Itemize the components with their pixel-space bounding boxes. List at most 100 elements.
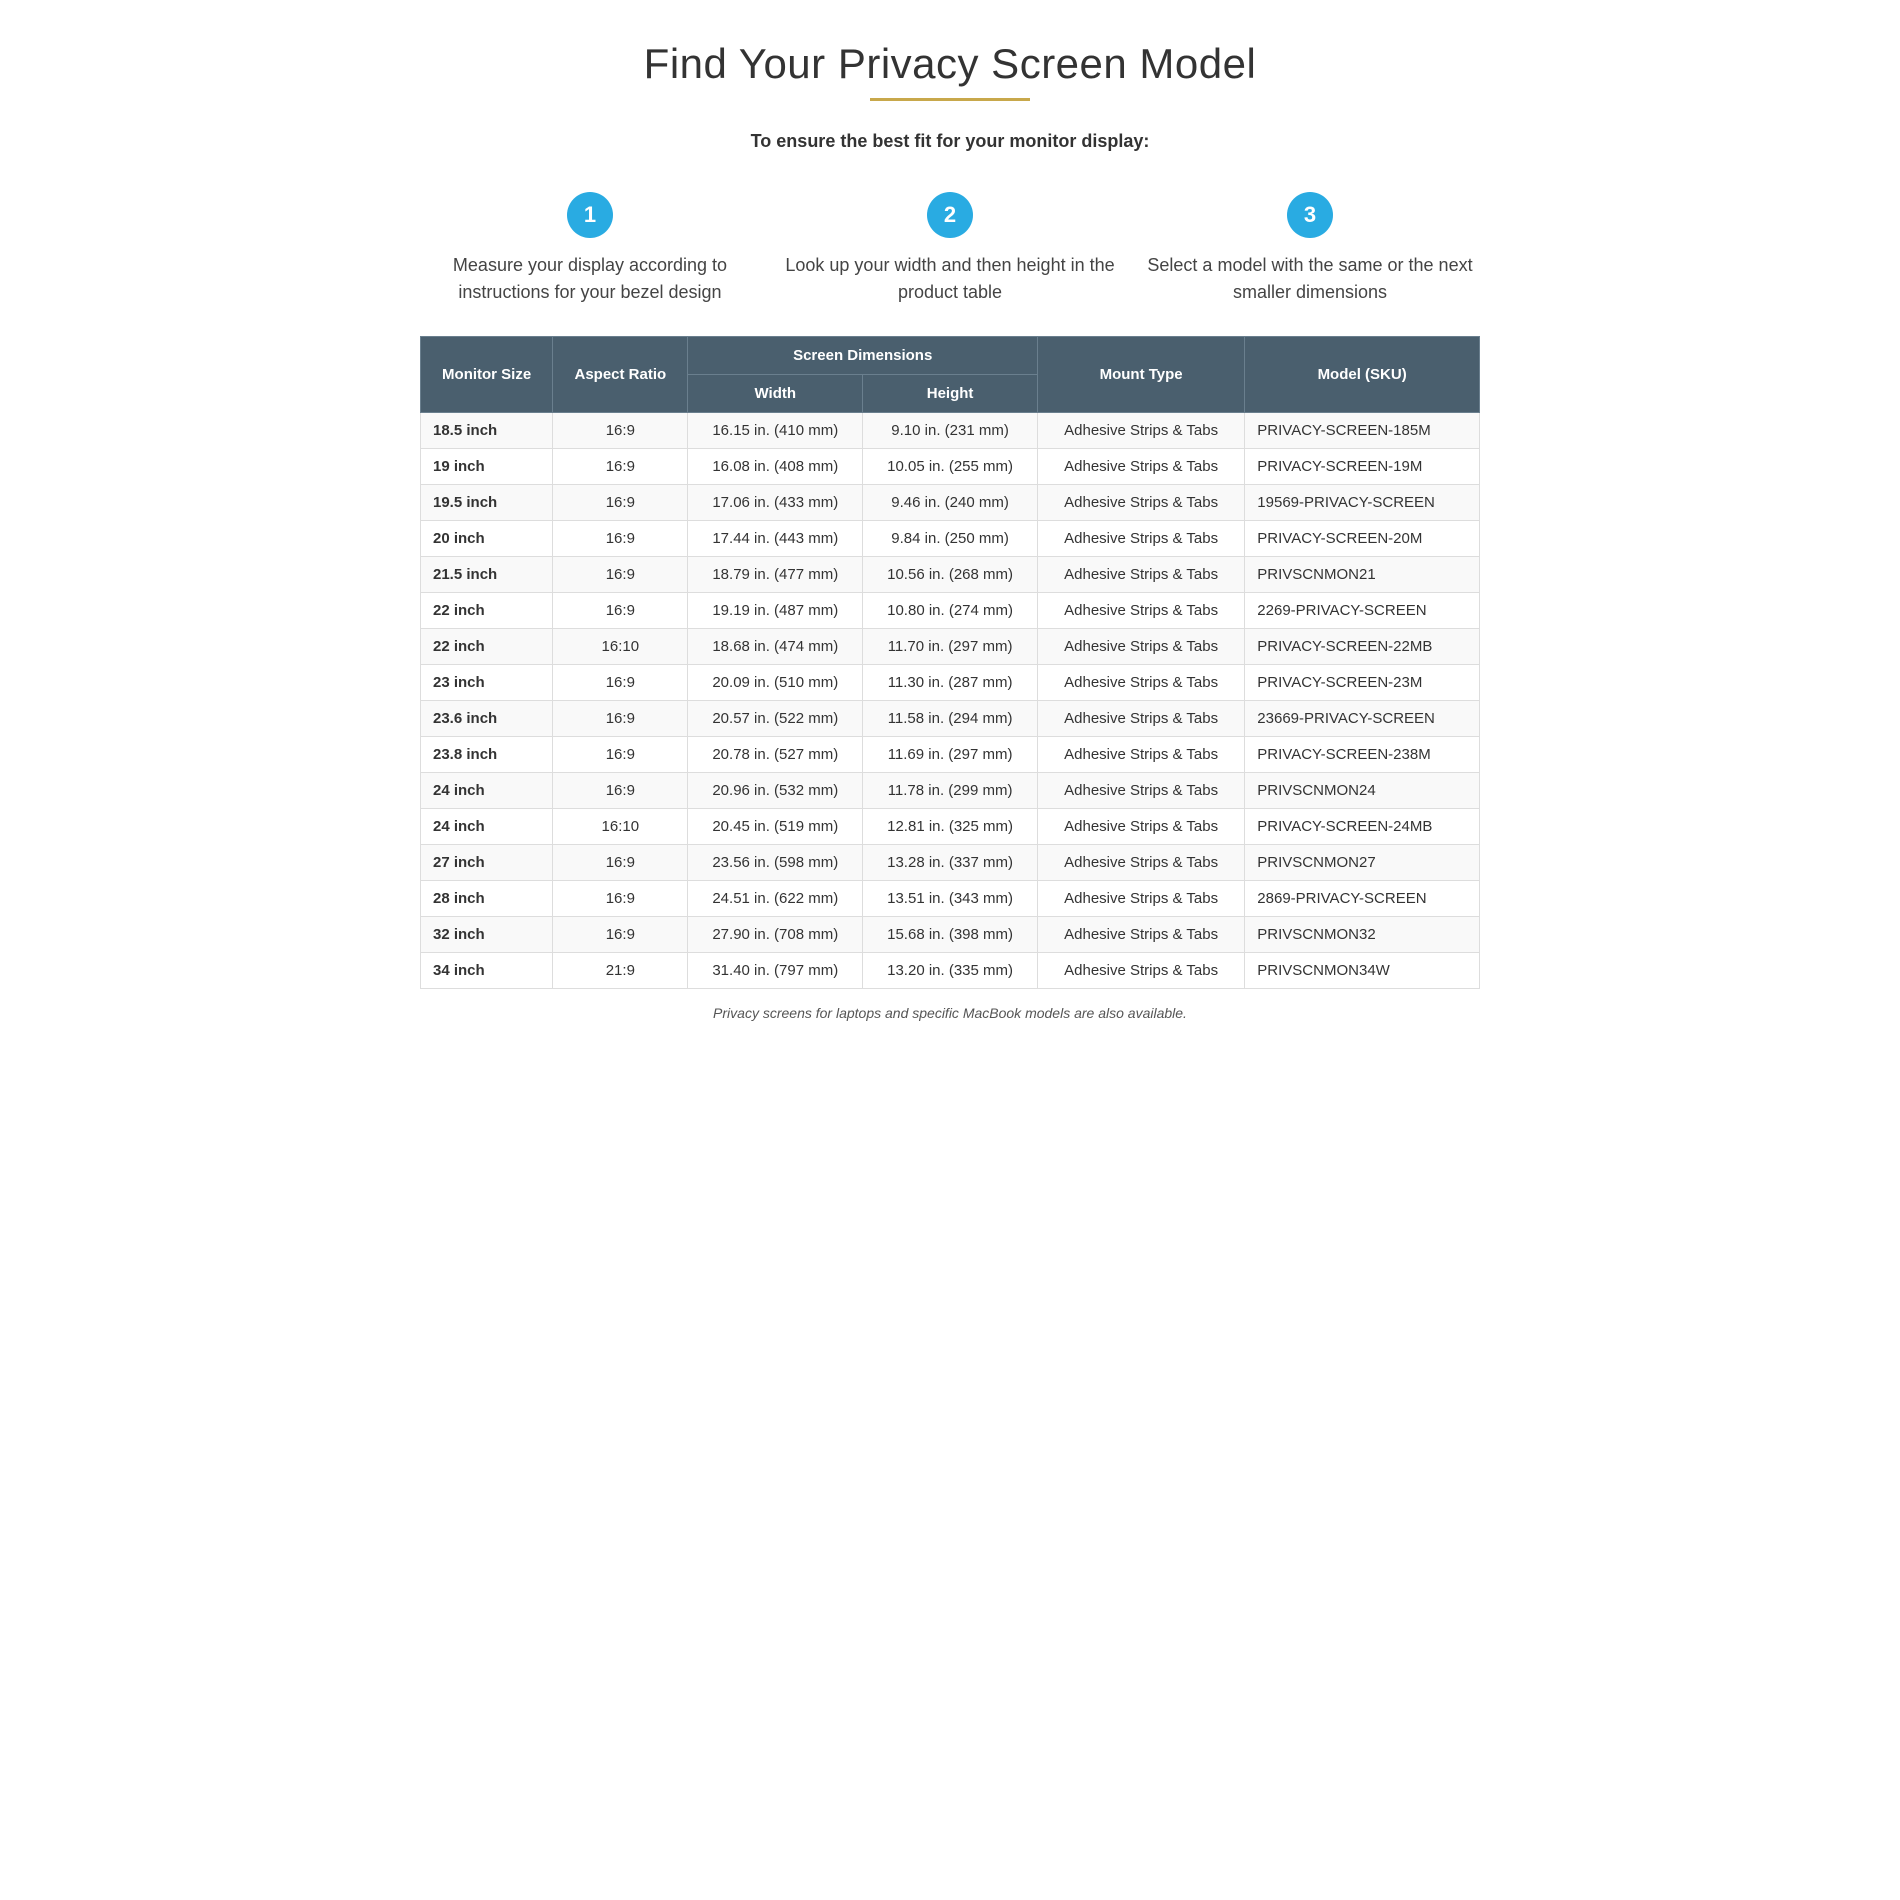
col-monitor-size: Monitor Size — [421, 337, 553, 413]
cell-width: 20.09 in. (510 mm) — [688, 665, 863, 701]
cell-model-sku: PRIVSCNMON24 — [1245, 773, 1480, 809]
cell-mount-type: Adhesive Strips & Tabs — [1037, 521, 1244, 557]
table-row: 19.5 inch16:917.06 in. (433 mm)9.46 in. … — [421, 485, 1480, 521]
cell-monitor-size: 21.5 inch — [421, 557, 553, 593]
cell-mount-type: Adhesive Strips & Tabs — [1037, 557, 1244, 593]
cell-height: 11.78 in. (299 mm) — [863, 773, 1038, 809]
cell-width: 27.90 in. (708 mm) — [688, 917, 863, 953]
table-row: 34 inch21:931.40 in. (797 mm)13.20 in. (… — [421, 953, 1480, 989]
cell-width: 18.68 in. (474 mm) — [688, 629, 863, 665]
cell-width: 20.45 in. (519 mm) — [688, 809, 863, 845]
cell-monitor-size: 34 inch — [421, 953, 553, 989]
cell-model-sku: 19569-PRIVACY-SCREEN — [1245, 485, 1480, 521]
cell-aspect-ratio: 16:10 — [553, 629, 688, 665]
cell-mount-type: Adhesive Strips & Tabs — [1037, 449, 1244, 485]
step-2-text: Look up your width and then height in th… — [780, 252, 1120, 306]
cell-aspect-ratio: 21:9 — [553, 953, 688, 989]
cell-model-sku: 2869-PRIVACY-SCREEN — [1245, 881, 1480, 917]
cell-width: 23.56 in. (598 mm) — [688, 845, 863, 881]
cell-mount-type: Adhesive Strips & Tabs — [1037, 737, 1244, 773]
step-3-circle: 3 — [1287, 192, 1333, 238]
col-width: Width — [688, 375, 863, 413]
cell-model-sku: PRIVACY-SCREEN-22MB — [1245, 629, 1480, 665]
col-aspect-ratio: Aspect Ratio — [553, 337, 688, 413]
cell-mount-type: Adhesive Strips & Tabs — [1037, 953, 1244, 989]
cell-model-sku: PRIVSCNMON27 — [1245, 845, 1480, 881]
cell-monitor-size: 22 inch — [421, 593, 553, 629]
cell-height: 11.70 in. (297 mm) — [863, 629, 1038, 665]
steps-row: 1 Measure your display according to inst… — [420, 192, 1480, 306]
cell-model-sku: 23669-PRIVACY-SCREEN — [1245, 701, 1480, 737]
cell-mount-type: Adhesive Strips & Tabs — [1037, 773, 1244, 809]
table-row: 23 inch16:920.09 in. (510 mm)11.30 in. (… — [421, 665, 1480, 701]
cell-mount-type: Adhesive Strips & Tabs — [1037, 881, 1244, 917]
cell-model-sku: PRIVSCNMON34W — [1245, 953, 1480, 989]
cell-height: 11.30 in. (287 mm) — [863, 665, 1038, 701]
cell-height: 13.51 in. (343 mm) — [863, 881, 1038, 917]
cell-aspect-ratio: 16:10 — [553, 809, 688, 845]
cell-model-sku: 2269-PRIVACY-SCREEN — [1245, 593, 1480, 629]
cell-width: 16.15 in. (410 mm) — [688, 413, 863, 449]
step-1: 1 Measure your display according to inst… — [420, 192, 760, 306]
cell-mount-type: Adhesive Strips & Tabs — [1037, 701, 1244, 737]
cell-aspect-ratio: 16:9 — [553, 701, 688, 737]
cell-monitor-size: 18.5 inch — [421, 413, 553, 449]
cell-model-sku: PRIVACY-SCREEN-19M — [1245, 449, 1480, 485]
col-screen-dimensions: Screen Dimensions — [688, 337, 1038, 375]
product-table: Monitor Size Aspect Ratio Screen Dimensi… — [420, 336, 1480, 989]
table-row: 23.6 inch16:920.57 in. (522 mm)11.58 in.… — [421, 701, 1480, 737]
cell-height: 13.28 in. (337 mm) — [863, 845, 1038, 881]
cell-height: 9.46 in. (240 mm) — [863, 485, 1038, 521]
cell-aspect-ratio: 16:9 — [553, 557, 688, 593]
cell-model-sku: PRIVSCNMON32 — [1245, 917, 1480, 953]
footer-note: Privacy screens for laptops and specific… — [420, 1005, 1480, 1021]
cell-monitor-size: 19.5 inch — [421, 485, 553, 521]
cell-width: 24.51 in. (622 mm) — [688, 881, 863, 917]
page-title: Find Your Privacy Screen Model — [420, 40, 1480, 88]
cell-width: 19.19 in. (487 mm) — [688, 593, 863, 629]
table-row: 21.5 inch16:918.79 in. (477 mm)10.56 in.… — [421, 557, 1480, 593]
cell-mount-type: Adhesive Strips & Tabs — [1037, 809, 1244, 845]
cell-height: 9.84 in. (250 mm) — [863, 521, 1038, 557]
cell-width: 20.57 in. (522 mm) — [688, 701, 863, 737]
table-row: 20 inch16:917.44 in. (443 mm)9.84 in. (2… — [421, 521, 1480, 557]
cell-model-sku: PRIVACY-SCREEN-24MB — [1245, 809, 1480, 845]
cell-mount-type: Adhesive Strips & Tabs — [1037, 485, 1244, 521]
table-row: 24 inch16:1020.45 in. (519 mm)12.81 in. … — [421, 809, 1480, 845]
table-row: 24 inch16:920.96 in. (532 mm)11.78 in. (… — [421, 773, 1480, 809]
cell-aspect-ratio: 16:9 — [553, 593, 688, 629]
cell-aspect-ratio: 16:9 — [553, 845, 688, 881]
cell-mount-type: Adhesive Strips & Tabs — [1037, 917, 1244, 953]
col-mount-type: Mount Type — [1037, 337, 1244, 413]
col-model-sku: Model (SKU) — [1245, 337, 1480, 413]
table-row: 22 inch16:919.19 in. (487 mm)10.80 in. (… — [421, 593, 1480, 629]
cell-width: 16.08 in. (408 mm) — [688, 449, 863, 485]
cell-aspect-ratio: 16:9 — [553, 773, 688, 809]
title-divider — [870, 98, 1030, 101]
step-2: 2 Look up your width and then height in … — [780, 192, 1120, 306]
cell-height: 11.58 in. (294 mm) — [863, 701, 1038, 737]
cell-height: 10.80 in. (274 mm) — [863, 593, 1038, 629]
cell-aspect-ratio: 16:9 — [553, 737, 688, 773]
cell-monitor-size: 23.8 inch — [421, 737, 553, 773]
cell-monitor-size: 24 inch — [421, 809, 553, 845]
cell-monitor-size: 22 inch — [421, 629, 553, 665]
cell-monitor-size: 20 inch — [421, 521, 553, 557]
col-height: Height — [863, 375, 1038, 413]
cell-mount-type: Adhesive Strips & Tabs — [1037, 413, 1244, 449]
cell-mount-type: Adhesive Strips & Tabs — [1037, 845, 1244, 881]
step-1-circle: 1 — [567, 192, 613, 238]
cell-width: 17.44 in. (443 mm) — [688, 521, 863, 557]
cell-height: 15.68 in. (398 mm) — [863, 917, 1038, 953]
cell-model-sku: PRIVACY-SCREEN-238M — [1245, 737, 1480, 773]
cell-mount-type: Adhesive Strips & Tabs — [1037, 629, 1244, 665]
cell-monitor-size: 27 inch — [421, 845, 553, 881]
cell-height: 10.05 in. (255 mm) — [863, 449, 1038, 485]
cell-model-sku: PRIVACY-SCREEN-23M — [1245, 665, 1480, 701]
table-row: 19 inch16:916.08 in. (408 mm)10.05 in. (… — [421, 449, 1480, 485]
cell-aspect-ratio: 16:9 — [553, 917, 688, 953]
cell-monitor-size: 23.6 inch — [421, 701, 553, 737]
cell-height: 9.10 in. (231 mm) — [863, 413, 1038, 449]
cell-aspect-ratio: 16:9 — [553, 881, 688, 917]
page-container: Find Your Privacy Screen Model To ensure… — [420, 40, 1480, 1021]
